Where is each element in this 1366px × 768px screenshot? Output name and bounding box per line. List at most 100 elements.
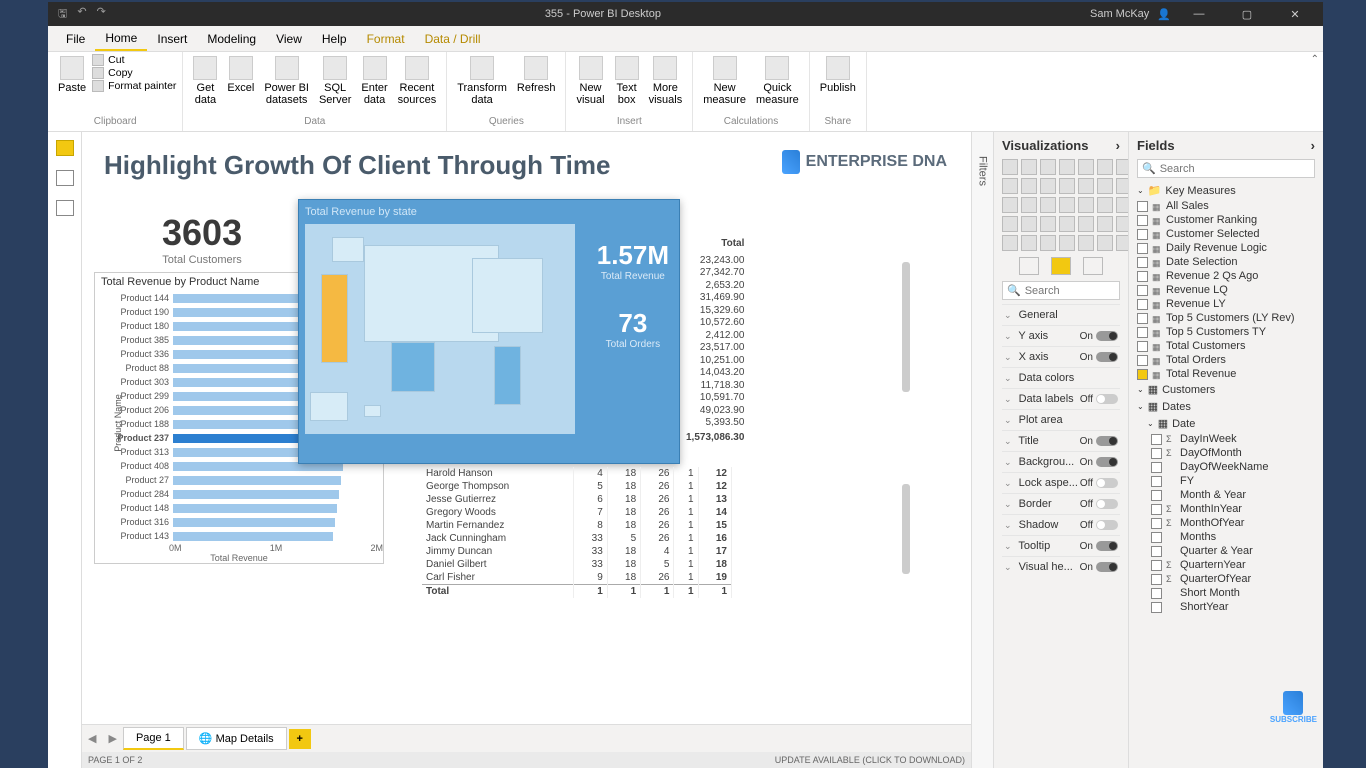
chevron-right-icon[interactable]: ›: [1116, 138, 1120, 153]
toggle[interactable]: On: [1080, 352, 1118, 363]
redo-icon[interactable]: ↷: [97, 5, 106, 24]
field-dayofweekname[interactable]: DayOfWeekName: [1137, 460, 1315, 474]
report-canvas[interactable]: Highlight Growth Of Client Through Time …: [82, 132, 971, 724]
menu-home[interactable]: Home: [95, 27, 147, 51]
field-month & year[interactable]: Month & Year: [1137, 488, 1315, 502]
viz-type-icon[interactable]: [1097, 197, 1113, 213]
menu-datadrill[interactable]: Data / Drill: [415, 28, 491, 50]
table-row[interactable]: Gregory Woods71826114: [422, 506, 732, 519]
format-section-datalabels[interactable]: ⌄ Data labelsOff: [1002, 388, 1120, 409]
checkbox-icon[interactable]: [1151, 518, 1162, 529]
table-row[interactable]: Jack Cunningham33526116: [422, 532, 732, 545]
sql-button[interactable]: SQL Server: [315, 54, 355, 108]
viz-type-icon[interactable]: [1002, 197, 1018, 213]
bar-row[interactable]: Product 284: [103, 487, 383, 501]
checkbox-icon[interactable]: [1137, 299, 1148, 310]
checkbox-icon[interactable]: [1151, 532, 1162, 543]
toggle[interactable]: On: [1080, 562, 1118, 573]
menu-help[interactable]: Help: [312, 28, 357, 50]
fields-search[interactable]: 🔍: [1137, 159, 1315, 178]
format-section-yaxis[interactable]: ⌄ Y axisOn: [1002, 325, 1120, 346]
checkbox-icon[interactable]: [1137, 341, 1148, 352]
checkbox-icon[interactable]: [1151, 462, 1162, 473]
viz-type-icon[interactable]: [1116, 178, 1128, 194]
field-total-orders[interactable]: Total Orders: [1137, 353, 1315, 367]
viz-type-icon[interactable]: [1116, 197, 1128, 213]
checkbox-icon[interactable]: [1137, 257, 1148, 268]
format-section-shadow[interactable]: ⌄ ShadowOff: [1002, 514, 1120, 535]
copy-button[interactable]: Copy: [92, 67, 133, 79]
field-dayinweek[interactable]: ΣDayInWeek: [1137, 432, 1315, 446]
undo-icon[interactable]: ↶: [77, 5, 86, 24]
viz-type-icon[interactable]: [1021, 216, 1037, 232]
more-visuals-button[interactable]: More visuals: [645, 54, 687, 108]
checkbox-icon[interactable]: [1137, 243, 1148, 254]
checkbox-icon[interactable]: [1137, 271, 1148, 282]
viz-type-icon[interactable]: [1059, 235, 1075, 251]
bar-row[interactable]: Product 143: [103, 529, 383, 543]
recent-sources-button[interactable]: Recent sources: [394, 54, 441, 108]
new-visual-button[interactable]: New visual: [572, 54, 608, 108]
maximize-button[interactable]: ▢: [1227, 8, 1267, 21]
field-quarternyear[interactable]: ΣQuarternYear: [1137, 558, 1315, 572]
viz-type-icon[interactable]: [1002, 159, 1018, 175]
format-section-lockaspect[interactable]: ⌄ Lock aspe...Off: [1002, 472, 1120, 493]
viz-type-icon[interactable]: [1097, 178, 1113, 194]
format-section-general[interactable]: ⌄ General: [1002, 304, 1120, 325]
collapse-ribbon-icon[interactable]: ⌃: [1311, 54, 1319, 65]
refresh-button[interactable]: Refresh: [513, 54, 560, 108]
group-key-measures[interactable]: ⌄📁 Key Measures: [1137, 182, 1315, 199]
report-view-icon[interactable]: [56, 140, 74, 156]
field-top-5-customers-(ly-rev)[interactable]: Top 5 Customers (LY Rev): [1137, 311, 1315, 325]
table-row[interactable]: Jimmy Duncan33184117: [422, 545, 732, 558]
paste-button[interactable]: Paste: [54, 54, 90, 96]
checkbox-icon[interactable]: [1137, 201, 1148, 212]
checkbox-icon[interactable]: [1137, 229, 1148, 240]
field-daily-revenue-logic[interactable]: Daily Revenue Logic: [1137, 241, 1315, 255]
field-shortyear[interactable]: ShortYear: [1137, 600, 1315, 614]
field-monthinyear[interactable]: ΣMonthInYear: [1137, 502, 1315, 516]
viz-type-icon[interactable]: [1059, 159, 1075, 175]
viz-search[interactable]: 🔍: [1002, 281, 1120, 300]
format-section-border[interactable]: ⌄ BorderOff: [1002, 493, 1120, 514]
viz-type-icon[interactable]: [1040, 216, 1056, 232]
user-name[interactable]: Sam McKay: [1090, 8, 1149, 20]
next-page-icon[interactable]: ▶: [102, 732, 122, 745]
get-data-button[interactable]: Get data: [189, 54, 221, 108]
field-quarterofyear[interactable]: ΣQuarterOfYear: [1137, 572, 1315, 586]
group-date-hierarchy[interactable]: ⌄▦ Date: [1137, 415, 1315, 432]
viz-type-icon[interactable]: [1059, 216, 1075, 232]
viz-type-icon[interactable]: [1002, 216, 1018, 232]
viz-type-icon[interactable]: [1078, 235, 1094, 251]
toggle[interactable]: Off: [1080, 520, 1118, 531]
viz-analytics-tab-icon[interactable]: [1083, 257, 1103, 275]
viz-type-icon[interactable]: [1021, 197, 1037, 213]
format-section-plotarea[interactable]: ⌄ Plot area: [1002, 409, 1120, 430]
toggle[interactable]: On: [1080, 541, 1118, 552]
field-top-5-customers-ty[interactable]: Top 5 Customers TY: [1137, 325, 1315, 339]
viz-search-input[interactable]: [1025, 285, 1115, 297]
bar-row[interactable]: Product 148: [103, 501, 383, 515]
viz-type-icon[interactable]: [1002, 178, 1018, 194]
publish-button[interactable]: Publish: [816, 54, 860, 96]
bar-row[interactable]: Product 316: [103, 515, 383, 529]
viz-type-icon[interactable]: [1097, 216, 1113, 232]
format-painter-button[interactable]: Format painter: [92, 80, 176, 92]
checkbox-icon[interactable]: [1137, 313, 1148, 324]
field-quarter & year[interactable]: Quarter & Year: [1137, 544, 1315, 558]
field-short month[interactable]: Short Month: [1137, 586, 1315, 600]
kpi-total-customers[interactable]: 3603 Total Customers: [162, 212, 242, 266]
format-section-background[interactable]: ⌄ Backgrou...On: [1002, 451, 1120, 472]
pbi-datasets-button[interactable]: Power BI datasets: [260, 54, 313, 108]
filters-rail[interactable]: Filters: [971, 132, 993, 768]
excel-button[interactable]: Excel: [223, 54, 258, 108]
field-monthofyear[interactable]: ΣMonthOfYear: [1137, 516, 1315, 530]
scrollbar[interactable]: [902, 262, 910, 392]
checkbox-icon[interactable]: [1151, 490, 1162, 501]
enter-data-button[interactable]: Enter data: [357, 54, 391, 108]
checkbox-icon[interactable]: [1151, 560, 1162, 571]
viz-type-icon[interactable]: [1002, 235, 1018, 251]
viz-type-icon[interactable]: [1078, 159, 1094, 175]
table-row[interactable]: Martin Fernandez81826115: [422, 519, 732, 532]
text-box-button[interactable]: Text box: [611, 54, 643, 108]
